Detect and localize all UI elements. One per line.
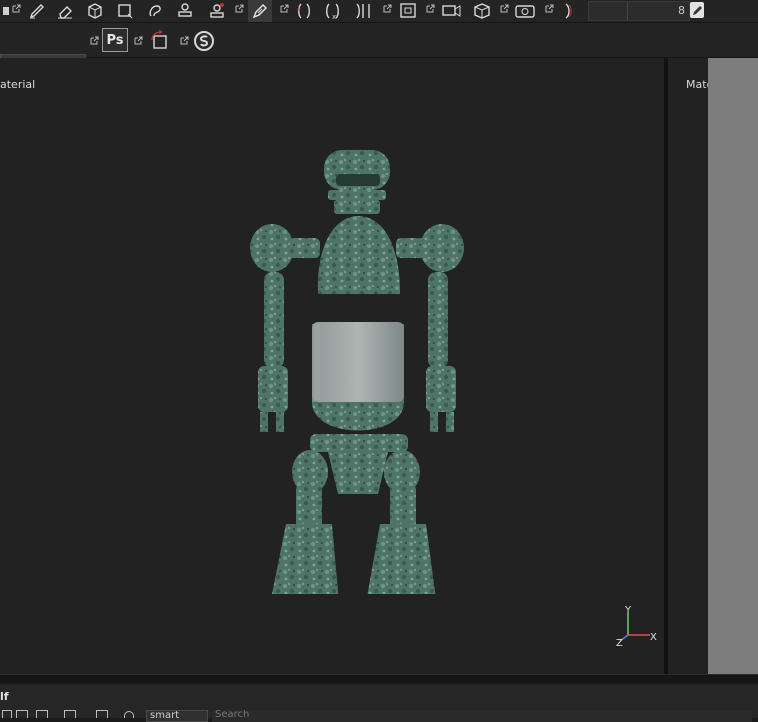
paint-brush-icon[interactable]: [26, 0, 48, 22]
secondary-toolbar: Snooze Autosave Ps: [0, 23, 758, 72]
screenshot-camera-icon[interactable]: [512, 0, 538, 22]
robot-model[interactable]: [240, 144, 480, 594]
pen-pressure-button[interactable]: [690, 2, 704, 18]
projection-cube-icon[interactable]: [84, 0, 106, 22]
material-viewport[interactable]: [668, 58, 708, 674]
symmetry-icon[interactable]: [292, 0, 316, 22]
external-link-icon[interactable]: [426, 4, 435, 13]
clone-stamp-icon[interactable]: [174, 0, 196, 22]
polygon-fill-icon[interactable]: [114, 0, 136, 22]
eraser-icon[interactable]: [54, 0, 76, 22]
viewport-mode-icon[interactable]: [558, 0, 580, 22]
material-picker-icon[interactable]: [206, 0, 228, 22]
viewport-title: aterial: [0, 78, 36, 91]
axis-x-label: X: [650, 632, 657, 643]
main-toolbar: x 8: [0, 0, 758, 23]
external-link-icon[interactable]: [12, 4, 21, 13]
reset-icon[interactable]: [124, 711, 134, 718]
shelf-title: lf: [0, 690, 9, 703]
shelf-icon[interactable]: [96, 710, 108, 718]
axis-y-label: Y: [625, 605, 632, 616]
symmetry-x-icon[interactable]: x: [320, 0, 346, 22]
shelf-icon[interactable]: [16, 710, 28, 718]
search-placeholder: Search: [215, 710, 250, 720]
external-link-icon[interactable]: [545, 4, 554, 13]
symmetry-radial-icon[interactable]: [350, 0, 376, 22]
3d-cube-icon[interactable]: [470, 0, 494, 22]
shelf-icon[interactable]: [36, 710, 48, 718]
substance-s-icon[interactable]: [192, 29, 216, 53]
pen-icon: [693, 6, 702, 15]
photoshop-button[interactable]: Ps: [102, 28, 128, 52]
external-link-icon[interactable]: [280, 4, 289, 13]
filter-value: smart: [150, 710, 180, 721]
shelf-panel: lf smart Search: [0, 684, 758, 722]
search-input[interactable]: Search: [212, 710, 752, 722]
brush-size-field[interactable]: 8: [588, 1, 690, 21]
shelf-icon[interactable]: [64, 710, 76, 718]
external-link-icon[interactable]: [500, 4, 509, 13]
geometry-decal-icon[interactable]: [248, 0, 272, 22]
external-link-icon[interactable]: [235, 4, 244, 13]
3d-viewport[interactable]: aterial Y X Z: [0, 58, 664, 674]
baking-box-icon[interactable]: [396, 0, 420, 22]
external-link-icon[interactable]: [134, 36, 143, 45]
external-link-icon[interactable]: [90, 36, 99, 45]
photoshop-label: Ps: [106, 32, 124, 48]
shelf-icon[interactable]: [2, 710, 12, 718]
smudge-icon[interactable]: [144, 0, 166, 22]
svg-text:x: x: [332, 13, 336, 20]
filter-field[interactable]: smart: [146, 710, 208, 722]
external-link-icon[interactable]: [180, 36, 189, 45]
brush-size-value: 8: [678, 4, 685, 17]
axis-z-label: Z: [616, 638, 623, 649]
export-sync-icon[interactable]: [148, 28, 172, 52]
material-preview-area: [708, 58, 758, 674]
external-link-icon[interactable]: [383, 4, 392, 13]
camera-video-icon[interactable]: [440, 0, 464, 22]
toolbar-overflow-icon[interactable]: [0, 0, 12, 22]
field-divider: [627, 2, 628, 20]
